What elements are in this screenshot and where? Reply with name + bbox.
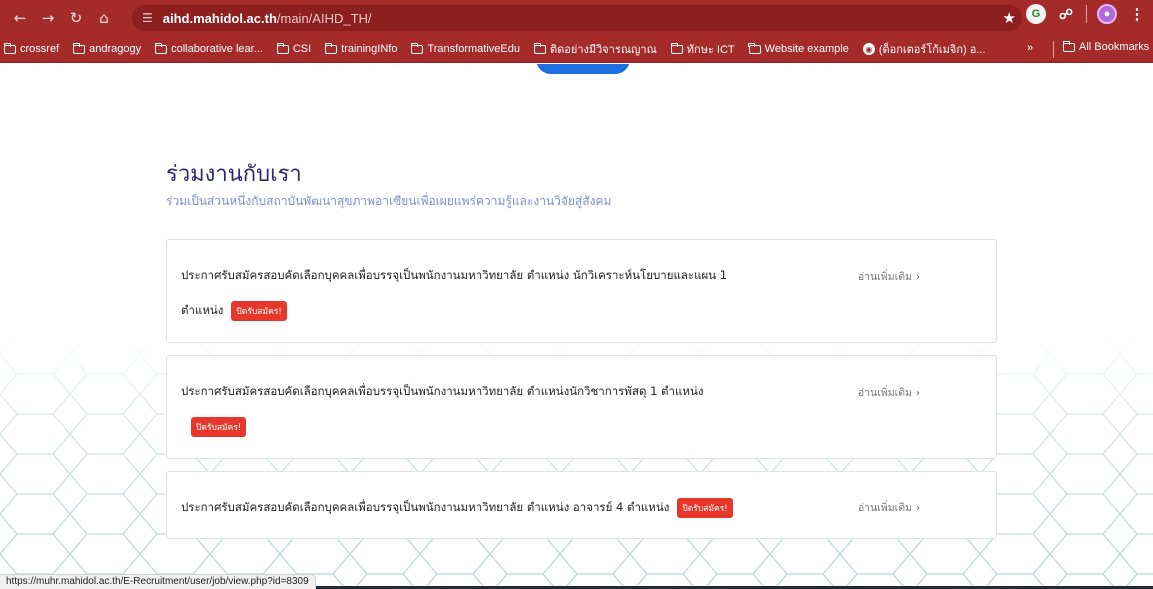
read-more-label: อ่านเพิ่มเติม (857, 502, 912, 514)
read-more-link[interactable]: อ่านเพิ่มเติม › (858, 384, 920, 401)
bookmark-label: (ด็อกเตอร์โก้เมจิก) อ... (878, 44, 986, 56)
folder-icon (670, 42, 683, 54)
bookmarks-bar: crossref andragogy collaborative lear...… (0, 36, 1153, 63)
bookmark-label: Website example (764, 43, 849, 55)
bookmark-label: ติดอย่างมีวิจารณญาณ (549, 44, 657, 56)
section-subtitle: ร่วมเป็นส่วนหนึ่งกับสถาบันพัฒนาสุขภาพอาเ… (166, 194, 612, 208)
bookmarks-overflow-button[interactable]: » (1027, 42, 1033, 54)
bookmark-label: andragogy (89, 43, 142, 55)
all-bookmarks-label: All Bookmarks (1079, 41, 1150, 53)
address-bar[interactable]: ☰ aihd.mahidol.ac.th/main/AIHD_TH/ ★ (132, 5, 1022, 31)
bookmark-label: TransformativeEdu (427, 43, 520, 55)
all-bookmarks-button[interactable]: All Bookmarks (1062, 40, 1150, 53)
bookmark-transformativeedu[interactable]: TransformativeEdu (411, 42, 520, 55)
job-title-line2: ตำแหน่ง ปิดรับสมัคร! (181, 301, 287, 321)
job-card[interactable]: ประกาศรับสมัครสอบคัดเลือกบุคคลเพื่อบรรจุ… (166, 355, 997, 459)
bookmark-andragogy[interactable]: andragogy (72, 42, 142, 55)
extensions-puzzle-icon[interactable]: ☍ (1056, 4, 1076, 24)
page-content: ร่วมงานกับเรา ร่วมเป็นส่วนหนึ่งกับสถาบัน… (0, 64, 1153, 589)
folder-icon (748, 42, 761, 54)
folder-icon (411, 42, 424, 54)
extension-area: G ☍ ● ⋮ (1026, 4, 1147, 24)
toolbar-divider (1086, 5, 1087, 23)
profile-avatar-icon[interactable]: ● (1097, 4, 1117, 24)
reload-icon[interactable]: ↻ (62, 4, 90, 32)
folder-icon (154, 42, 168, 54)
job-title: ประกาศรับสมัครสอบคัดเลือกบุคคลเพื่อบรรจุ… (181, 384, 704, 398)
read-more-link[interactable]: อ่านเพิ่มเติม › (858, 499, 920, 516)
folder-icon (72, 42, 86, 54)
bookmark-traininginfo[interactable]: trainingINfo (324, 42, 398, 55)
chevron-right-icon: › (916, 272, 920, 283)
bookmark-critical-thinking[interactable]: ติดอย่างมีวิจารณญาณ (533, 40, 657, 58)
grammarly-extension-icon[interactable]: G (1026, 4, 1046, 24)
bookmark-star-icon[interactable]: ★ (1003, 9, 1016, 27)
folder-icon (324, 42, 338, 54)
bookmark-label: ทักษะ ICT (686, 44, 735, 56)
bookmark-label: crossref (20, 43, 60, 55)
link-status-bar: https://muhr.mahidol.ac.th/E-Recruitment… (0, 574, 316, 589)
back-arrow-icon[interactable]: ← (6, 4, 34, 32)
job-title: ประกาศรับสมัครสอบคัดเลือกบุคคลเพื่อบรรจุ… (181, 500, 670, 514)
bookmarks-divider (1053, 41, 1054, 58)
bookmark-label: CSI (292, 43, 312, 55)
kebab-menu-icon[interactable]: ⋮ (1127, 4, 1147, 24)
chevron-right-icon: › (916, 503, 920, 514)
url-path: /main/AIHD_TH/ (276, 10, 372, 26)
read-more-label: อ่านเพิ่มเติม (857, 271, 912, 283)
bookmark-dr-go-magic[interactable]: ◉ (ด็อกเตอร์โก้เมจิก) อ... (862, 40, 986, 58)
job-card[interactable]: ประกาศรับสมัครสอบคัดเลือกบุคคลเพื่อบรรจุ… (166, 471, 997, 539)
forward-arrow-icon[interactable]: → (34, 4, 62, 32)
bookmark-csi[interactable]: CSI (276, 42, 312, 55)
bookmark-collaborative[interactable]: collaborative lear... (154, 42, 263, 55)
job-card[interactable]: ประกาศรับสมัครสอบคัดเลือกบุคคลเพื่อบรรจุ… (166, 239, 997, 343)
chevron-right-icon: › (916, 388, 920, 399)
closed-badge: ปิดรับสมัคร! (231, 301, 287, 321)
read-more-label: อ่านเพิ่มเติม (857, 387, 912, 399)
browser-toolbar: ← → ↻ ⌂ ☰ aihd.mahidol.ac.th/main/AIHD_T… (0, 0, 1153, 36)
url-host: aihd.mahidol.ac.th (162, 10, 277, 26)
bookmark-website-example[interactable]: Website example (748, 42, 849, 55)
read-more-link[interactable]: อ่านเพิ่มเติม › (858, 268, 920, 285)
job-title: ประกาศรับสมัครสอบคัดเลือกบุคคลเพื่อบรรจุ… (181, 268, 728, 282)
top-blue-button[interactable] (536, 64, 630, 74)
bookmark-crossref[interactable]: crossref (3, 42, 60, 55)
closed-badge: ปิดรับสมัคร! (191, 417, 247, 437)
folder-icon (533, 42, 546, 54)
section-title: ร่วมงานกับเรา (166, 162, 302, 187)
job-title-row: ประกาศรับสมัครสอบคัดเลือกบุคคลเพื่อบรรจุ… (181, 498, 733, 518)
bookmark-label: trainingINfo (341, 43, 398, 55)
folder-icon (276, 42, 289, 54)
folder-icon (3, 42, 16, 54)
job-title-continued: ตำแหน่ง (181, 303, 224, 317)
globe-icon: ◉ (862, 43, 875, 55)
closed-badge: ปิดรับสมัคร! (677, 498, 733, 518)
site-info-icon[interactable]: ☰ (142, 11, 153, 25)
folder-icon (1062, 40, 1075, 52)
bookmark-ict-skills[interactable]: ทักษะ ICT (670, 40, 735, 58)
bookmark-label: collaborative lear... (171, 43, 263, 55)
home-icon[interactable]: ⌂ (90, 4, 118, 32)
